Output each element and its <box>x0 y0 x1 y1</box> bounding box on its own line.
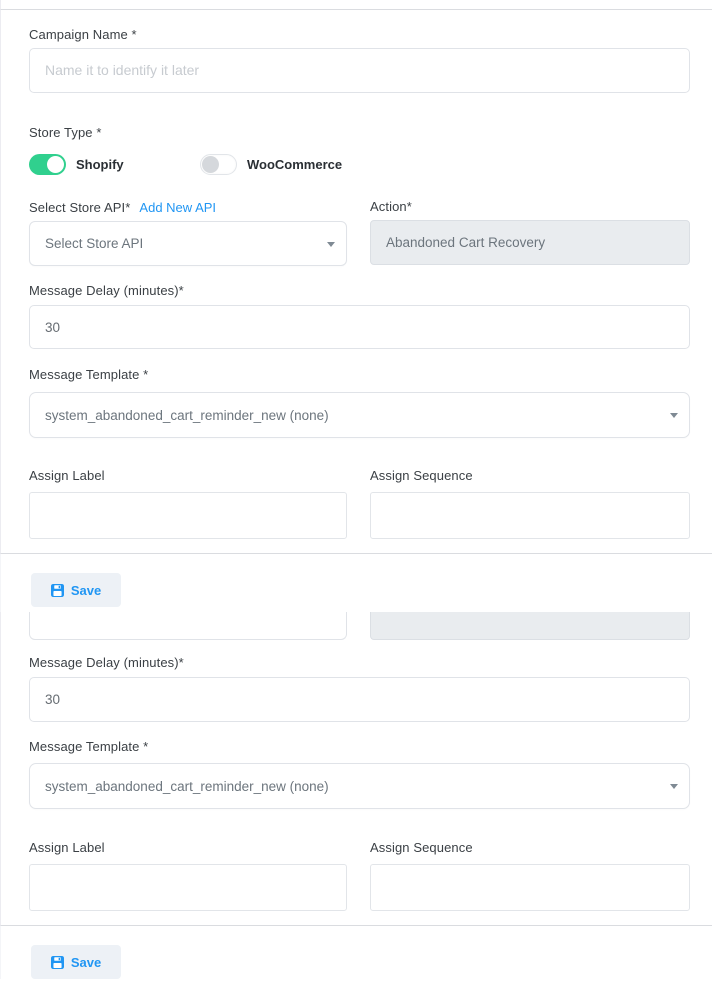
select-store-api-label: Select Store API* <box>29 201 130 215</box>
message-delay-input[interactable] <box>29 305 690 349</box>
message-template-select[interactable]: system_abandoned_cart_reminder_new (none… <box>29 392 690 438</box>
add-new-api-link[interactable]: Add New API <box>139 200 216 215</box>
shopify-toggle[interactable] <box>29 154 66 175</box>
cropped-fields-row <box>29 612 690 640</box>
save-row-1: Save <box>0 554 712 612</box>
assign-sequence-input[interactable] <box>370 492 690 539</box>
campaign-settings-page: Campaign Name * Store Type * Shopify Woo… <box>0 0 712 996</box>
action-field-cropped <box>370 612 690 640</box>
chevron-down-icon <box>670 784 678 789</box>
chevron-down-icon <box>327 242 335 247</box>
assign-label-label: Assign Label <box>29 841 347 855</box>
assign-sequence-input[interactable] <box>370 864 690 911</box>
assign-label-input[interactable] <box>29 492 347 539</box>
message-delay-input[interactable] <box>29 677 690 722</box>
save-button[interactable]: Save <box>31 945 121 979</box>
campaign-name-label: Campaign Name * <box>29 28 690 42</box>
store-type-toggle-row: Shopify WooCommerce <box>29 153 690 175</box>
message-template-label: Message Template * <box>29 740 690 754</box>
campaign-form-card-1: Campaign Name * Store Type * Shopify Woo… <box>0 10 712 554</box>
previous-card-bottom-edge <box>0 0 712 10</box>
store-api-select-cropped[interactable] <box>29 612 347 640</box>
store-api-selected-value: Select Store API <box>45 236 143 251</box>
assign-sequence-label: Assign Sequence <box>370 841 690 855</box>
action-field-disabled: Abandoned Cart Recovery <box>370 220 690 265</box>
save-icon <box>51 956 64 969</box>
action-value: Abandoned Cart Recovery <box>386 235 545 250</box>
save-row-2: Save <box>0 926 712 979</box>
woocommerce-toggle[interactable] <box>200 154 237 175</box>
message-template-label: Message Template * <box>29 368 690 382</box>
assign-label-label: Assign Label <box>29 469 347 483</box>
campaign-name-input[interactable] <box>29 48 690 93</box>
message-template-select[interactable]: system_abandoned_cart_reminder_new (none… <box>29 763 690 809</box>
assign-label-input[interactable] <box>29 864 347 911</box>
woocommerce-toggle-group[interactable]: WooCommerce <box>200 154 342 175</box>
message-template-selected-value: system_abandoned_cart_reminder_new (none… <box>45 408 329 423</box>
message-delay-label: Message Delay (minutes)* <box>29 656 690 670</box>
assign-sequence-label: Assign Sequence <box>370 469 690 483</box>
save-button-label: Save <box>71 955 101 970</box>
toggle-knob <box>47 156 64 173</box>
shopify-toggle-group[interactable]: Shopify <box>29 154 200 175</box>
message-template-selected-value: system_abandoned_cart_reminder_new (none… <box>45 779 329 794</box>
toggle-knob <box>202 156 219 173</box>
chevron-down-icon <box>670 413 678 418</box>
action-label: Action* <box>370 200 690 214</box>
woocommerce-toggle-label: WooCommerce <box>247 157 342 172</box>
save-icon <box>51 584 64 597</box>
save-button-label: Save <box>71 583 101 598</box>
shopify-toggle-label: Shopify <box>76 157 124 172</box>
campaign-form-card-2: Message Delay (minutes)* Message Templat… <box>0 612 712 926</box>
save-button[interactable]: Save <box>31 573 121 607</box>
message-delay-label: Message Delay (minutes)* <box>29 284 690 298</box>
store-type-label: Store Type * <box>29 126 690 140</box>
store-api-select[interactable]: Select Store API <box>29 221 347 266</box>
